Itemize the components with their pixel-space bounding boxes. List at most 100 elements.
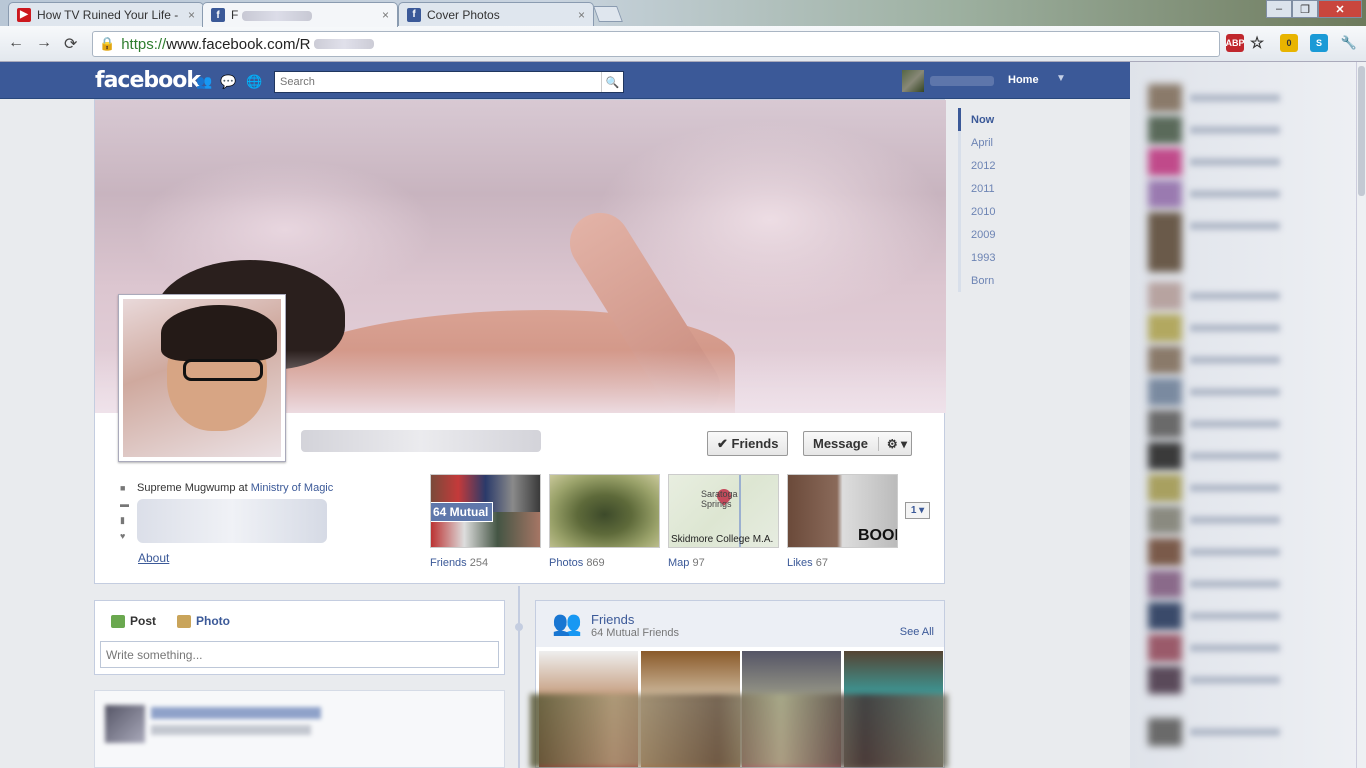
minimize-button[interactable]: ‒ (1266, 0, 1292, 18)
tab-title: Cover Photos (427, 7, 500, 22)
friends-app[interactable]: 64 Mutual Friends 254 (430, 474, 541, 569)
chat-avatar[interactable] (1148, 116, 1182, 144)
wrench-icon[interactable]: 🔧 (1340, 34, 1358, 52)
timeline-scrubber: Now April 2012 2011 2010 2009 1993 Born (958, 108, 1038, 292)
map-app-caption: Map 97 (668, 557, 779, 569)
friends-count: 254 (469, 557, 489, 569)
about-link[interactable]: About (138, 551, 169, 565)
chat-avatar[interactable] (1148, 378, 1182, 406)
tab-youtube[interactable]: ▶ How TV Ruined Your Life - × (8, 2, 204, 26)
message-label: Message (813, 436, 868, 451)
chat-avatar[interactable] (1148, 314, 1182, 342)
scrubber-item-april[interactable]: April (958, 131, 1038, 154)
chat-name (1190, 728, 1280, 736)
friends-button[interactable]: ✔ Friends (707, 431, 789, 456)
skype-icon[interactable]: S (1310, 34, 1328, 52)
chat-avatar[interactable] (1148, 634, 1182, 662)
page-scrollbar[interactable] (1356, 62, 1366, 768)
chat-name (1190, 94, 1280, 102)
home-link[interactable]: Home (1008, 74, 1039, 86)
chat-avatar[interactable] (1148, 666, 1182, 694)
photo-icon (177, 614, 191, 628)
tab-facebook-profile[interactable]: f F × (202, 2, 398, 27)
back-icon[interactable]: ← (8, 34, 24, 52)
likes-app[interactable]: BOOK Likes 67 (787, 474, 898, 569)
friend-requests-icon[interactable]: 👥 (196, 74, 212, 90)
chat-name (1190, 452, 1280, 460)
scrubber-item-2011[interactable]: 2011 (958, 177, 1038, 200)
notifications-icon[interactable]: 🌐 (246, 74, 262, 90)
chat-avatar[interactable] (1148, 84, 1182, 112)
scrubber-item-1993[interactable]: 1993 (958, 246, 1038, 269)
chat-avatar[interactable] (1148, 474, 1182, 502)
photo-tab-label: Photo (196, 614, 230, 628)
tab-title-wrap: F (231, 8, 378, 22)
profile-picture[interactable] (118, 294, 286, 462)
map-thumbnail: Saratoga Springs Skidmore College M.A. (668, 474, 779, 548)
photos-app[interactable]: Photos 869 (549, 474, 660, 569)
account-dropdown-icon[interactable]: ▼ (1056, 73, 1066, 84)
chat-name (1190, 676, 1280, 684)
close-window-button[interactable]: ✕ (1318, 0, 1362, 18)
scrubber-item-now[interactable]: Now (958, 108, 1038, 131)
message-button[interactable]: Message ⚙ ▾ (803, 431, 913, 456)
scrubber-item-2010[interactable]: 2010 (958, 200, 1038, 223)
scrollbar-thumb[interactable] (1358, 66, 1365, 196)
map-app[interactable]: Saratoga Springs Skidmore College M.A. M… (668, 474, 779, 569)
chat-avatar[interactable] (1148, 570, 1182, 598)
see-all-link[interactable]: See All (900, 626, 934, 638)
search-input[interactable] (275, 72, 601, 92)
friends-icon: 👥 (552, 610, 582, 637)
scrubber-item-2009[interactable]: 2009 (958, 223, 1038, 246)
chat-name (1190, 644, 1280, 652)
chat-avatar[interactable] (1148, 410, 1182, 438)
chat-avatar[interactable] (1148, 718, 1182, 746)
extension-icon[interactable]: 0 (1280, 34, 1298, 52)
chat-avatar[interactable] (1148, 506, 1182, 534)
map-caption: Skidmore College M.A. (671, 534, 774, 545)
write-something-input[interactable]: Write something... (100, 641, 499, 668)
chat-avatar[interactable] (1148, 602, 1182, 630)
messages-icon[interactable]: 💬 (220, 74, 236, 90)
close-tab-icon[interactable]: × (578, 8, 585, 22)
chat-avatar[interactable] (1148, 442, 1182, 470)
redacted-username[interactable] (930, 76, 994, 86)
maximize-button[interactable]: ❐ (1292, 0, 1318, 18)
chat-avatar[interactable] (1148, 212, 1182, 272)
chat-name (1190, 324, 1280, 332)
map-app-label: Map (668, 557, 690, 569)
reload-icon[interactable]: ⟳ (64, 34, 77, 54)
redacted-post (94, 690, 505, 768)
chat-avatar[interactable] (1148, 148, 1182, 176)
tab-cover-photos[interactable]: f Cover Photos × (398, 2, 594, 26)
close-tab-icon[interactable]: × (188, 8, 195, 22)
school-icon: ▬ (120, 499, 129, 509)
briefcase-icon: ■ (120, 483, 126, 493)
gear-icon[interactable]: ⚙ ▾ (877, 436, 907, 451)
employer-link[interactable]: Ministry of Magic (251, 482, 334, 494)
apps-pager[interactable]: 1 ▾ (905, 502, 930, 519)
photo-tab[interactable]: Photo (177, 614, 230, 628)
chat-avatar[interactable] (1148, 282, 1182, 310)
post-tab[interactable]: Post (111, 614, 156, 628)
star-icon[interactable]: ☆ (1248, 34, 1266, 52)
search-icon[interactable]: 🔍 (601, 72, 623, 92)
chat-avatar[interactable] (1148, 346, 1182, 374)
job-text: Supreme Mugwump at (137, 482, 248, 494)
new-tab-button[interactable] (593, 6, 623, 22)
friends-box-title[interactable]: Friends (591, 612, 634, 627)
chat-avatar[interactable] (1148, 538, 1182, 566)
avatar[interactable] (902, 70, 924, 92)
likes-count: 67 (815, 557, 828, 569)
adblock-icon[interactable]: ABP (1226, 34, 1245, 52)
scrubber-item-2012[interactable]: 2012 (958, 154, 1038, 177)
chat-avatar[interactable] (1148, 180, 1182, 208)
address-bar[interactable]: 🔒 https://www.facebook.com/R (92, 31, 1220, 57)
forward-icon[interactable]: → (36, 34, 52, 52)
close-tab-icon[interactable]: × (382, 8, 389, 22)
facebook-logo[interactable]: facebook (95, 68, 201, 93)
scrubber-item-born[interactable]: Born (958, 269, 1038, 292)
url-scheme: https:// (121, 35, 167, 53)
map-city: Saratoga Springs (701, 489, 738, 509)
tab-title: How TV Ruined Your Life - (37, 7, 179, 22)
